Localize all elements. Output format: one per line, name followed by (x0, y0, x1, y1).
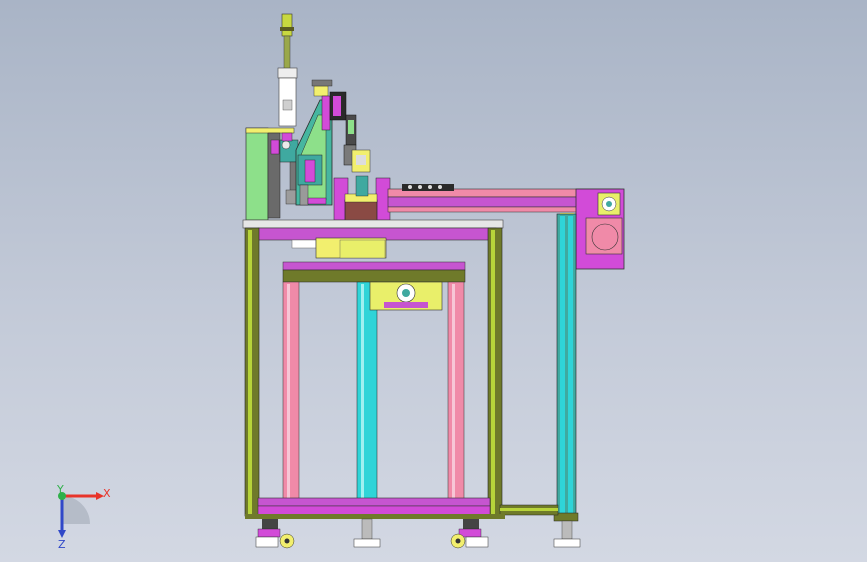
tool-head (329, 91, 371, 173)
table-top (242, 219, 504, 259)
triad-y-label: Y (56, 483, 64, 496)
right-column (553, 213, 579, 522)
center-motor (369, 281, 443, 311)
caster-left (255, 519, 295, 549)
bracket-assembly (295, 79, 333, 206)
caster-right (450, 519, 489, 549)
cad-viewport[interactable]: X Y Z (0, 0, 867, 562)
left-column-assembly (245, 127, 299, 221)
caster-center (353, 518, 381, 548)
caster-far-right (553, 520, 581, 548)
model-view[interactable]: X Y Z (0, 0, 867, 562)
bottom-crossbar (245, 497, 505, 519)
coordinate-triad: X Y Z (56, 483, 111, 551)
vertical-cylinder (277, 13, 298, 127)
triad-z-label: Z (58, 538, 66, 551)
triad-x-label: X (103, 487, 111, 500)
right-motor-box (575, 188, 625, 270)
